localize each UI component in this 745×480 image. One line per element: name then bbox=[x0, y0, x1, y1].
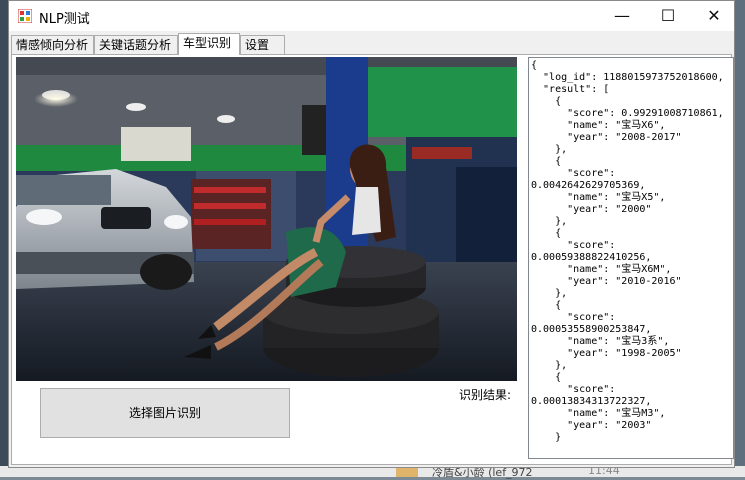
tab-car-model-recognition[interactable]: 车型识别 bbox=[178, 33, 240, 55]
select-image-button[interactable]: 选择图片识别 bbox=[40, 388, 290, 438]
client-area: 情感倾向分析 关键话题分析 车型识别 设置 选择图片识别 识别结果: {"lo… bbox=[9, 31, 734, 467]
title-bar[interactable]: NLP测试 — ☐ ✕ bbox=[9, 1, 734, 31]
car-photo bbox=[16, 57, 517, 381]
tab-settings[interactable]: 设置 bbox=[240, 35, 285, 54]
desktop-background-left bbox=[0, 0, 8, 477]
minimize-button[interactable]: — bbox=[599, 1, 645, 31]
app-icon bbox=[18, 9, 32, 23]
close-button[interactable]: ✕ bbox=[691, 1, 737, 31]
window-title: NLP测试 bbox=[39, 12, 90, 27]
app-window: NLP测试 — ☐ ✕ 情感倾向分析 关键话题分析 车型识别 设置 选择图片识别… bbox=[8, 0, 735, 468]
maximize-button[interactable]: ☐ bbox=[645, 1, 691, 31]
result-label: 识别结果: bbox=[459, 388, 512, 402]
result-textbox[interactable]: { "log_id": 1188015973752018600, "result… bbox=[528, 57, 734, 459]
desktop-background-right bbox=[735, 0, 745, 477]
tab-page-car-recognition: 选择图片识别 识别结果: { "log_id": 118801597375201… bbox=[11, 54, 734, 465]
tab-sentiment-analysis[interactable]: 情感倾向分析 bbox=[11, 35, 94, 54]
tab-keyword-topic-analysis[interactable]: 关键话题分析 bbox=[94, 35, 178, 54]
